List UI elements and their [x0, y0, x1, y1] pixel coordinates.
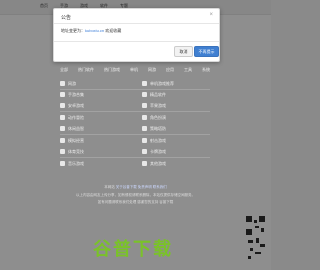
footer-links: 本网站 关于谷普下载 免责声明 联系我们: [104, 185, 167, 189]
list-item[interactable]: 射击游戏: [142, 136, 166, 145]
category-icon: [60, 161, 65, 166]
list-item[interactable]: 安卓游戏: [60, 101, 84, 110]
category-icon: [60, 126, 65, 131]
divider: [60, 134, 210, 135]
dialog-message: 地址变更为：kuboxiu.cn 欢迎收藏: [61, 28, 122, 33]
watermark-logo: 谷普下载: [93, 239, 173, 259]
category-icon: [60, 92, 65, 97]
list-item[interactable]: 苹果游戏: [142, 101, 166, 110]
category-icon: [142, 161, 147, 166]
list-item[interactable]: 模拟经营: [60, 136, 84, 145]
dismiss-button[interactable]: 不再提示: [194, 46, 219, 57]
close-icon[interactable]: ×: [209, 12, 213, 18]
tab-tools[interactable]: 工具: [184, 67, 192, 75]
category-icon: [142, 81, 147, 86]
tab-system[interactable]: 系统: [202, 67, 210, 75]
category-tabs: 全部 热门软件 热门游戏 单机 网游 应用 工具 系统: [60, 67, 210, 75]
footer-notice: 以上内容由网友上传分享，如有侵权请联系删除，本站仅提供存储空间服务。: [76, 193, 195, 197]
category-icon: [142, 149, 147, 154]
footer-link-about[interactable]: 关于谷普下载: [116, 185, 137, 189]
tab-single[interactable]: 单机: [130, 67, 138, 75]
category-icon: [142, 126, 147, 131]
cancel-button[interactable]: 取消: [174, 46, 193, 57]
divider: [54, 23, 219, 24]
category-icon: [60, 103, 65, 108]
category-icon: [142, 103, 147, 108]
category-icon: [142, 138, 147, 143]
notice-dialog: 公告 × 地址变更为：kuboxiu.cn 欢迎收藏 取消 不再提示: [53, 8, 220, 62]
category-icon: [142, 92, 147, 97]
footer-link-contact[interactable]: 联系我们: [153, 185, 167, 189]
tab-all[interactable]: 全部: [60, 67, 68, 75]
divider: [54, 41, 219, 42]
category-icon: [60, 138, 65, 143]
category-icon: [142, 115, 147, 120]
tab-hot-software[interactable]: 热门软件: [78, 67, 94, 75]
divider: [60, 111, 210, 112]
tab-hot-games[interactable]: 热门游戏: [104, 67, 120, 75]
list-item[interactable]: 网游: [60, 79, 76, 88]
category-icon: [60, 81, 65, 86]
divider: [60, 89, 210, 90]
list-item[interactable]: 音乐游戏: [60, 159, 84, 168]
list-item[interactable]: 体育竞技: [60, 147, 84, 156]
list-item[interactable]: 卡牌游戏: [142, 147, 166, 156]
list-item[interactable]: 角色扮演: [142, 113, 166, 122]
category-icon: [60, 115, 65, 120]
list-item[interactable]: 手游合集: [60, 90, 84, 99]
list-item[interactable]: 休闲益智: [60, 124, 84, 133]
list-item[interactable]: 单机游戏推荐: [142, 79, 174, 88]
footer-notice-2: 如有问题请联系我们处理 感谢您的支持 谷普下载: [97, 200, 174, 204]
qr-code-icon: [246, 216, 266, 260]
list-item[interactable]: 策略塔防: [142, 124, 166, 133]
category-icon: [60, 149, 65, 154]
dialog-title: 公告: [61, 15, 72, 21]
list-item[interactable]: 其他游戏: [142, 159, 166, 168]
tab-online[interactable]: 网游: [148, 67, 156, 75]
divider: [60, 157, 210, 158]
dialog-link[interactable]: kuboxiu.cn: [85, 28, 104, 33]
tab-apps[interactable]: 应用: [166, 67, 174, 75]
footer-link-disclaimer[interactable]: 免责声明: [138, 185, 152, 189]
list-item[interactable]: 动作冒险: [60, 113, 84, 122]
list-item[interactable]: 精品软件: [142, 90, 166, 99]
